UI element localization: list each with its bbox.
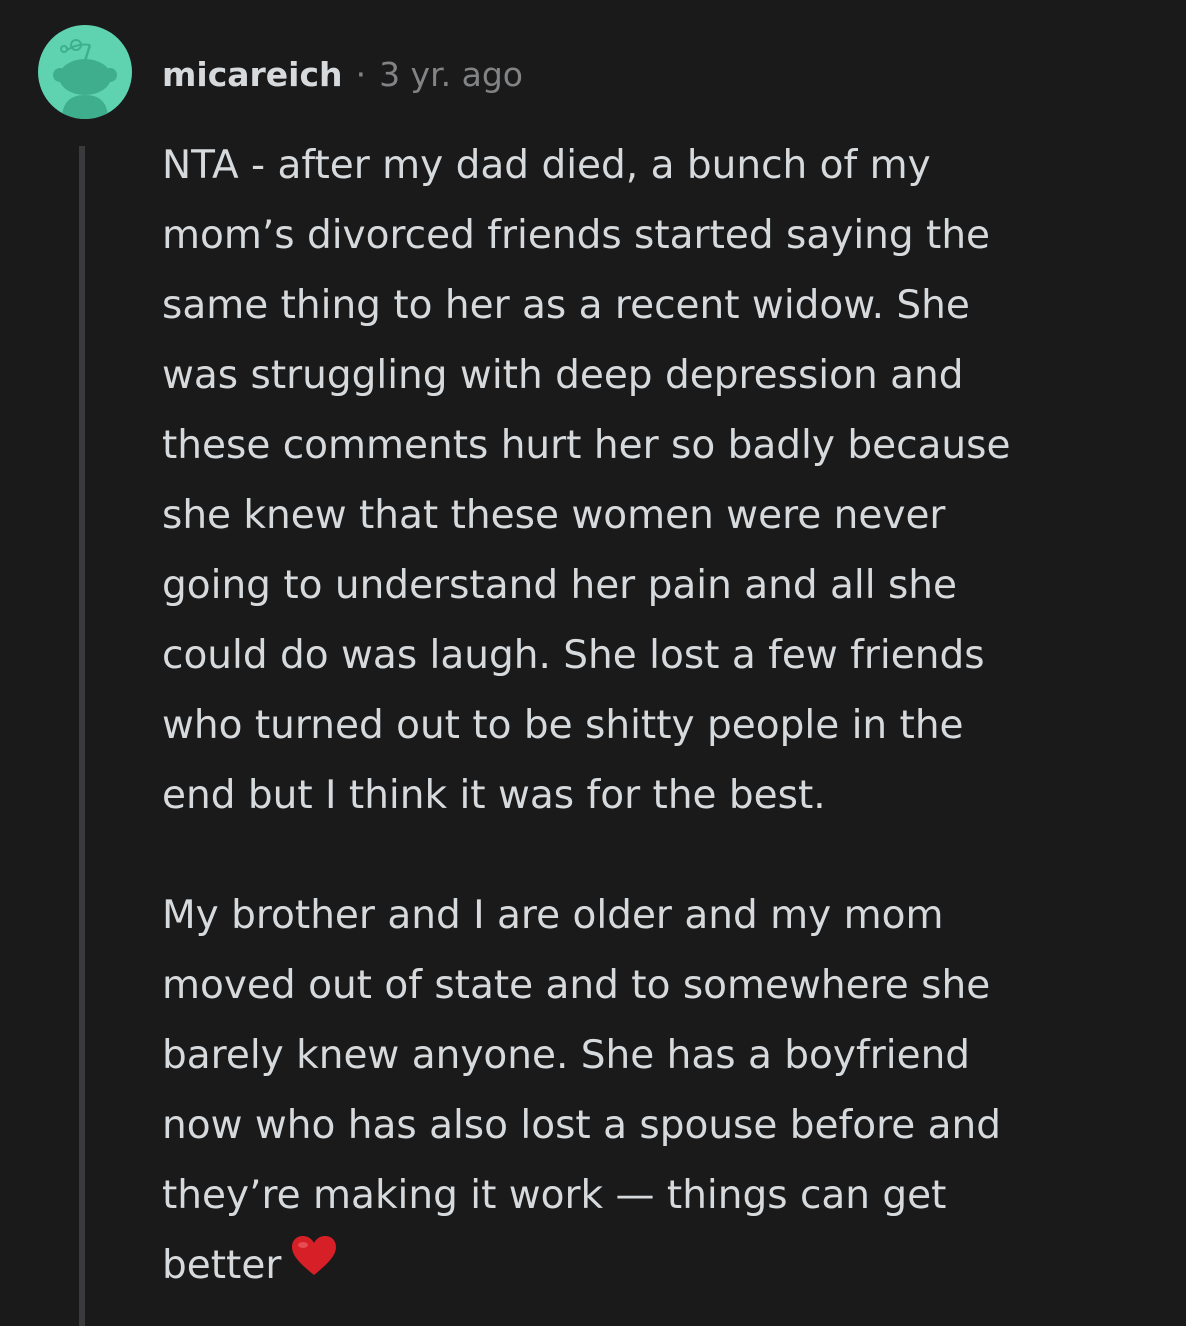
text-line: they’re making it work — things can get — [162, 1173, 947, 1218]
text-line-last: better — [162, 1231, 1162, 1301]
paragraph-1: NTA - after my dad died, a bunch of my m… — [162, 131, 1162, 831]
text-line: going to understand her pain and all she — [162, 563, 957, 608]
text-line: she knew that these women were never — [162, 493, 946, 538]
text-line-content: better — [162, 1243, 282, 1288]
text-line: these comments hurt her so badly because — [162, 423, 1011, 468]
text-line: My brother and I are older and my mom — [162, 893, 944, 938]
paragraph-2: My brother and I are older and my mom mo… — [162, 881, 1162, 1301]
text-line: same thing to her as a recent widow. She — [162, 283, 970, 328]
text-line: moved out of state and to somewhere she — [162, 963, 991, 1008]
text-line: end but I think it was for the best. — [162, 773, 826, 818]
text-line: barely knew anyone. She has a boyfriend — [162, 1033, 971, 1078]
heart-emoji-icon — [291, 1230, 337, 1300]
comment-timestamp[interactable]: 3 yr. ago — [379, 55, 523, 94]
text-line: could do was laugh. She lost a few frien… — [162, 633, 985, 678]
comment-meta: micareich · 3 yr. ago — [162, 50, 523, 98]
text-line: was struggling with deep depression and — [162, 353, 964, 398]
meta-separator: · — [355, 54, 367, 94]
comment: micareich · 3 yr. ago NTA - after my dad… — [0, 0, 1186, 1326]
username-link[interactable]: micareich — [162, 55, 343, 94]
comment-body: NTA - after my dad died, a bunch of my m… — [162, 131, 1162, 1301]
text-line: mom’s divorced friends started saying th… — [162, 213, 991, 258]
thread-collapse-line[interactable] — [79, 146, 85, 1326]
text-line: NTA - after my dad died, a bunch of my — [162, 143, 931, 188]
text-line: who turned out to be shitty people in th… — [162, 703, 964, 748]
user-avatar-icon[interactable] — [38, 25, 132, 119]
text-line: now who has also lost a spouse before an… — [162, 1103, 1002, 1148]
